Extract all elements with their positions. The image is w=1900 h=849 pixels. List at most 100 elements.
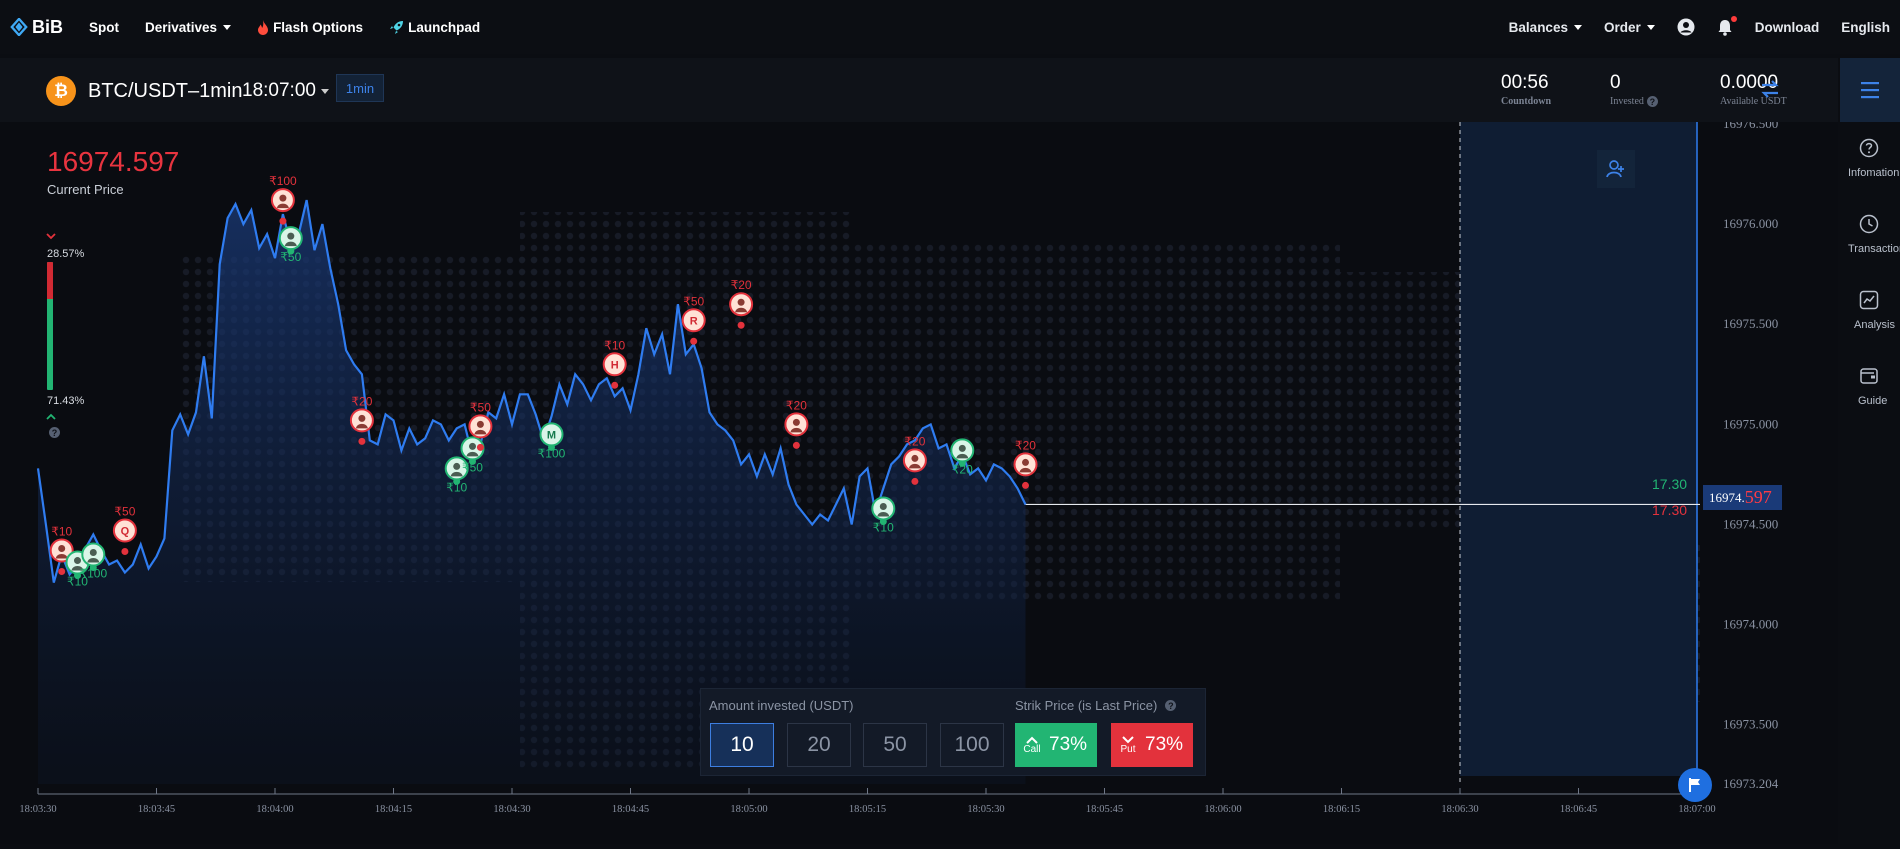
invested-label: Invested: [1610, 96, 1644, 107]
avatar-head-icon: [958, 444, 966, 452]
x-tick-label: 18:06:00: [1204, 804, 1241, 815]
amount-option-20[interactable]: 20: [787, 723, 851, 767]
avatar-head-icon: [911, 454, 919, 462]
nav-launchpad[interactable]: Launchpad: [389, 20, 480, 35]
trade-amount-label: ₹100: [538, 446, 566, 460]
call-button[interactable]: Call 73%: [1015, 723, 1097, 767]
chevron-up-icon: [1026, 736, 1038, 744]
marker-dot: [476, 443, 484, 451]
book-icon: [1860, 368, 1878, 384]
nav-spot[interactable]: Spot: [89, 20, 119, 35]
nav-download[interactable]: Download: [1755, 20, 1820, 35]
add-user-icon: [1606, 160, 1624, 178]
expiry-time[interactable]: 18:07:00: [242, 80, 316, 102]
sidebar-item-transaction[interactable]: Transaction: [1838, 214, 1900, 255]
avatar-head-icon: [74, 557, 81, 565]
nav-flash-options[interactable]: Flash Options: [257, 19, 364, 35]
flag-icon: [1689, 778, 1700, 792]
nav-derivatives[interactable]: Derivatives: [145, 19, 232, 35]
question-circle-icon: [1859, 138, 1879, 158]
current-price-value: 16974.597: [47, 146, 180, 177]
nav-balances[interactable]: Balances: [1509, 20, 1582, 35]
help-icon[interactable]: ?: [1165, 700, 1177, 711]
avatar-head-icon: [469, 442, 476, 450]
x-tick-label: 18:03:30: [19, 804, 56, 815]
put-button[interactable]: Put 73%: [1111, 723, 1193, 767]
sidebar-item-label: Transaction: [1848, 243, 1900, 255]
sidebar-item-analysis[interactable]: Analysis: [1838, 290, 1900, 331]
rocket-icon: [390, 20, 404, 34]
bib-logo-icon: [10, 18, 28, 36]
x-tick-label: 18:06:15: [1323, 804, 1360, 815]
trader-initial: M: [547, 429, 556, 441]
y-tick-label: 16973.204: [1723, 776, 1779, 791]
x-tick-label: 18:04:30: [493, 804, 530, 815]
nav-flash-options-label: Flash Options: [273, 19, 364, 35]
menu-button[interactable]: [1840, 58, 1900, 122]
x-tick-label: 18:07:00: [1678, 804, 1715, 815]
chevron-down-icon: [223, 24, 232, 30]
chart-icon: [1859, 290, 1879, 310]
trade-amount-label: ₹10: [446, 480, 467, 494]
y-tick-label: 16976.500: [1723, 122, 1778, 131]
nav-derivatives-label: Derivatives: [145, 19, 218, 35]
amount-option-100[interactable]: 100: [940, 723, 1004, 767]
help-icon[interactable]: ?: [1646, 96, 1658, 107]
put-label: Put: [1120, 743, 1136, 755]
chevron-down-icon[interactable]: [321, 89, 329, 94]
sidebar-item-label: Guide: [1858, 395, 1888, 407]
avatar-head-icon: [737, 298, 745, 306]
swap-icon[interactable]: [1760, 78, 1780, 100]
trade-amount-label: ₹10: [51, 525, 72, 539]
call-trade-marker: ₹50: [278, 226, 303, 264]
marker-dot: [279, 217, 287, 225]
call-payout: 73%: [1049, 734, 1088, 755]
invested-label-row: Invested?: [1610, 96, 1658, 107]
add-user-button[interactable]: [1597, 150, 1635, 188]
y-tick-label: 16975.500: [1723, 316, 1778, 331]
trade-amount-label: ₹20: [786, 398, 807, 412]
x-tick-label: 18:05:00: [730, 804, 767, 815]
nav-language[interactable]: English: [1841, 20, 1890, 35]
amount-option-10[interactable]: 10: [710, 723, 774, 767]
trade-amount-label: ₹20: [904, 434, 925, 448]
x-tick-label: 18:04:15: [375, 804, 412, 815]
avatar-head-icon: [792, 418, 800, 426]
amount-option-50[interactable]: 50: [863, 723, 927, 767]
trade-amount-label: ₹10: [604, 338, 625, 352]
user-icon[interactable]: [1677, 18, 1695, 36]
notification-dot: [1730, 15, 1737, 22]
nav-launchpad-label: Launchpad: [408, 19, 481, 35]
marker-dot: [1022, 481, 1029, 489]
right-sidebar: Infomation Transaction Analysis Guide: [1838, 122, 1900, 844]
trade-amount-label: ₹20: [952, 462, 973, 476]
up-payout-amount: 17.30: [1652, 476, 1688, 492]
clock-icon: [1859, 214, 1879, 234]
countdown-stat: 00:56 Countdown: [1501, 72, 1551, 107]
avatar-head-icon: [879, 502, 887, 510]
chevron-down-icon: [1122, 735, 1134, 743]
strike-label: Strik Price (is Last Price): [1015, 698, 1158, 713]
avatar-head-icon: [287, 232, 295, 240]
nav-order[interactable]: Order: [1604, 20, 1655, 35]
call-label: Call: [1023, 743, 1041, 755]
sentiment-put-fill: [47, 262, 53, 299]
sidebar-item-information[interactable]: Infomation: [1838, 138, 1900, 179]
help-icon[interactable]: ?: [49, 427, 60, 438]
flag-button[interactable]: [1678, 768, 1712, 802]
trading-pair[interactable]: BTC/USDT–1min: [88, 80, 242, 103]
trade-amount-label: ₹10: [873, 520, 894, 534]
current-price-tag: 16974. 597: [1703, 485, 1782, 510]
logo[interactable]: BiB: [10, 17, 63, 38]
marker-dot: [737, 321, 745, 329]
sidebar-item-label: Infomation: [1848, 167, 1900, 179]
avatar-head-icon: [358, 414, 366, 422]
marker-dot: [358, 437, 366, 445]
interval-badge[interactable]: 1min: [336, 74, 384, 102]
trade-amount-label: ₹20: [731, 278, 752, 292]
sidebar-item-guide[interactable]: Guide: [1838, 366, 1900, 407]
notification-bell[interactable]: [1717, 15, 1737, 36]
marker-dot: [690, 337, 698, 345]
trader-initial: R: [690, 315, 698, 327]
logo-text: BiB: [32, 16, 63, 37]
